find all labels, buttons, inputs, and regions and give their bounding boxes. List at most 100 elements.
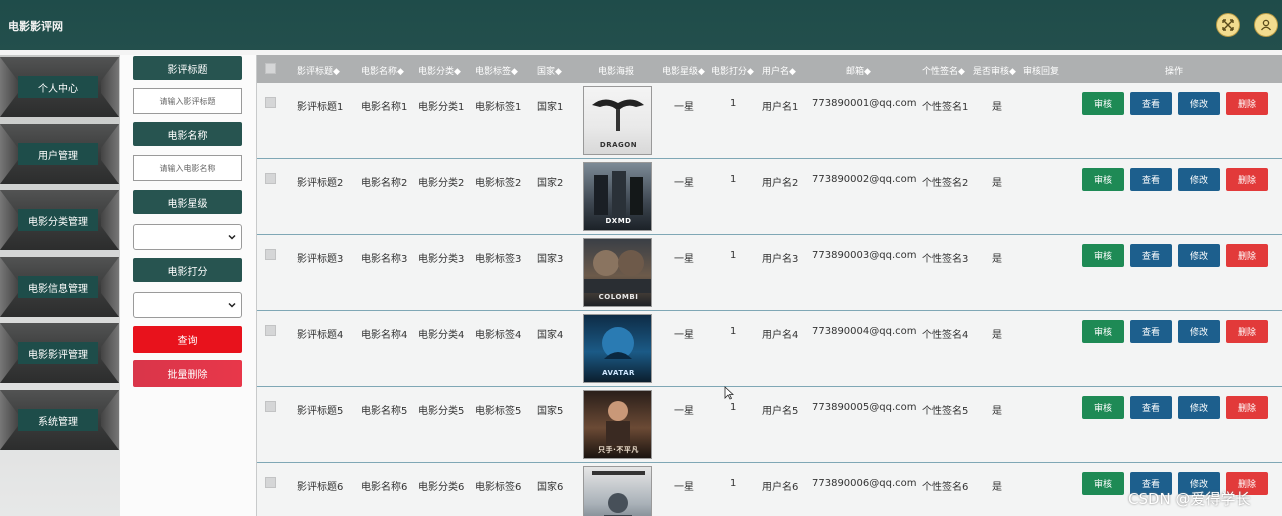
sidebar-item-label: 个人中心 [18, 76, 98, 98]
delete-button[interactable]: 删除 [1226, 396, 1268, 419]
query-button[interactable]: 查询 [133, 326, 242, 353]
edit-button[interactable]: 修改 [1178, 168, 1220, 191]
review-button[interactable]: 审核 [1082, 472, 1124, 495]
review-button[interactable]: 审核 [1082, 92, 1124, 115]
cell-score: 1 [730, 174, 737, 185]
cell-reviewed: 是 [992, 178, 1002, 189]
cell-country: 国家4 [537, 330, 564, 341]
cell-category: 电影分类5 [418, 406, 465, 417]
sidebar-item-category-management[interactable]: 电影分类管理 [0, 190, 119, 250]
review-button[interactable]: 审核 [1082, 244, 1124, 267]
delete-button[interactable]: 删除 [1226, 92, 1268, 115]
cell-signature: 个性签名4 [922, 330, 969, 341]
star-label: 电影星级 [133, 190, 242, 214]
cell-email: 773890006@qq.com [812, 478, 917, 489]
row-checkbox[interactable] [265, 249, 276, 260]
movie-poster-image[interactable]: CHRONICLE [583, 466, 652, 516]
movie-name-input[interactable]: 请输入电影名称 [133, 155, 242, 181]
movie-poster-image[interactable]: DXMD [583, 162, 652, 231]
view-button[interactable]: 查看 [1130, 396, 1172, 419]
edit-button[interactable]: 修改 [1178, 320, 1220, 343]
cell-name: 电影名称3 [361, 254, 408, 265]
review-button[interactable]: 审核 [1082, 396, 1124, 419]
cell-star: 一星 [674, 254, 694, 265]
cell-star: 一星 [674, 330, 694, 341]
star-select[interactable] [133, 224, 242, 250]
chevron-down-icon [228, 234, 236, 240]
review-button[interactable]: 审核 [1082, 168, 1124, 191]
delete-button[interactable]: 删除 [1226, 320, 1268, 343]
batch-delete-button[interactable]: 批量删除 [133, 360, 242, 387]
cell-name: 电影名称6 [361, 482, 408, 493]
cell-star: 一星 [674, 482, 694, 493]
delete-button[interactable]: 删除 [1226, 168, 1268, 191]
view-button[interactable]: 查看 [1130, 168, 1172, 191]
search-panel: 影评标题 请输入影评标题 电影名称 请输入电影名称 电影星级 电影打分 查询 批… [120, 55, 256, 516]
sidebar-item-review-management[interactable]: 电影影评管理 [0, 323, 119, 383]
row-checkbox[interactable] [265, 97, 276, 108]
cell-score: 1 [730, 98, 737, 109]
row-checkbox[interactable] [265, 173, 276, 184]
table-row: 影评标题5 电影名称5 电影分类5 电影标签5 国家5 一星 1 用户名5 773890005@… [257, 387, 1282, 463]
cell-name: 电影名称4 [361, 330, 408, 341]
review-title-input[interactable]: 请输入影评标题 [133, 88, 242, 114]
view-button[interactable]: 查看 [1130, 244, 1172, 267]
sidebar-item-movie-info-management[interactable]: 电影信息管理 [0, 257, 119, 317]
column-header[interactable]: 电影星级◆ [662, 64, 705, 77]
cell-email: 773890002@qq.com [812, 174, 917, 185]
column-header[interactable]: 用户名◆ [762, 64, 796, 77]
cell-score: 1 [730, 478, 737, 489]
column-header[interactable]: 电影分类◆ [418, 64, 461, 77]
cell-signature: 个性签名3 [922, 254, 969, 265]
column-header[interactable]: 电影打分◆ [711, 64, 754, 77]
column-header[interactable]: 邮箱◆ [846, 64, 871, 77]
delete-button[interactable]: 删除 [1226, 244, 1268, 267]
movie-poster-image[interactable]: AVATAR [583, 314, 652, 383]
cell-country: 国家1 [537, 102, 564, 113]
score-select[interactable] [133, 292, 242, 318]
cell-signature: 个性签名6 [922, 482, 969, 493]
row-checkbox[interactable] [265, 477, 276, 488]
row-checkbox[interactable] [265, 325, 276, 336]
column-header[interactable]: 电影名称◆ [361, 64, 404, 77]
movie-poster-image[interactable]: DRAGON [583, 86, 652, 155]
fullscreen-button[interactable] [1216, 13, 1240, 37]
select-all-checkbox[interactable] [265, 63, 276, 74]
movie-poster-image[interactable]: COLOMBI [583, 238, 652, 307]
cell-user: 用户名4 [762, 330, 799, 341]
column-header[interactable]: 影评标题◆ [297, 64, 340, 77]
edit-button[interactable]: 修改 [1178, 396, 1220, 419]
row-checkbox[interactable] [265, 401, 276, 412]
cell-email: 773890003@qq.com [812, 250, 917, 261]
cell-star: 一星 [674, 406, 694, 417]
review-table: 影评标题◆ 电影名称◆ 电影分类◆ 电影标签◆ 国家◆ 电影海报 电影星级◆ 电… [256, 55, 1282, 516]
edit-button[interactable]: 修改 [1178, 244, 1220, 267]
column-header[interactable]: 国家◆ [537, 64, 562, 77]
cell-user: 用户名6 [762, 482, 799, 493]
table-row: 影评标题1 电影名称1 电影分类1 电影标签1 国家1 一星 1 用户名1 773890001@… [257, 83, 1282, 159]
movie-name-label: 电影名称 [133, 122, 242, 146]
sidebar-item-personal-center[interactable]: 个人中心 [0, 57, 119, 117]
review-title-label: 影评标题 [133, 56, 242, 80]
sidebar-item-system-management[interactable]: 系统管理 [0, 390, 119, 450]
cell-tag: 电影标签2 [475, 178, 522, 189]
view-button[interactable]: 查看 [1130, 320, 1172, 343]
table-row: 影评标题2 电影名称2 电影分类2 电影标签2 国家2 一星 1 用户名2 773890002@… [257, 159, 1282, 235]
cell-title: 影评标题3 [297, 254, 344, 265]
column-header[interactable]: 电影标签◆ [475, 64, 518, 77]
movie-poster-image[interactable]: 只手·不平凡 [583, 390, 652, 459]
cell-reviewed: 是 [992, 406, 1002, 417]
column-header[interactable]: 是否审核◆ [973, 64, 1016, 77]
edit-button[interactable]: 修改 [1178, 92, 1220, 115]
cell-title: 影评标题2 [297, 178, 344, 189]
cell-country: 国家5 [537, 406, 564, 417]
cell-reviewed: 是 [992, 482, 1002, 493]
cell-title: 影评标题4 [297, 330, 344, 341]
column-header[interactable]: 个性签名◆ [922, 64, 965, 77]
cell-user: 用户名3 [762, 254, 799, 265]
sidebar-item-user-management[interactable]: 用户管理 [0, 124, 119, 184]
user-button[interactable] [1254, 13, 1278, 37]
view-button[interactable]: 查看 [1130, 92, 1172, 115]
cell-name: 电影名称1 [361, 102, 408, 113]
review-button[interactable]: 审核 [1082, 320, 1124, 343]
